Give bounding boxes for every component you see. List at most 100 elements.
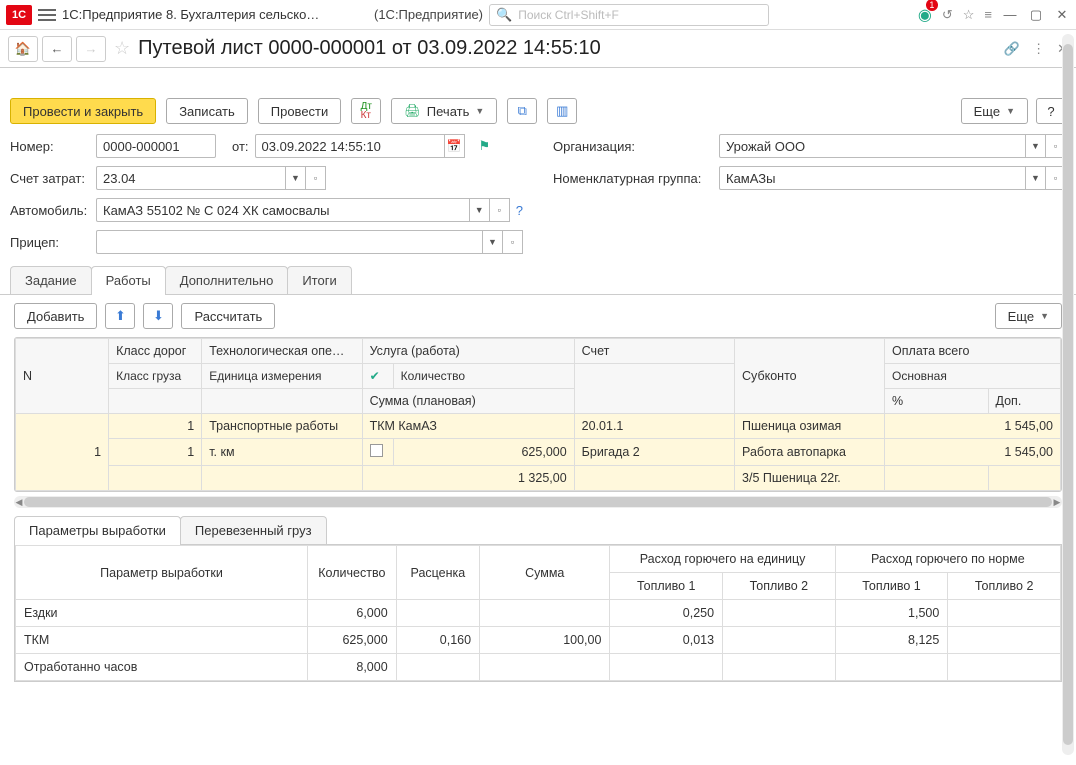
col-tech-op[interactable]: Технологическая опе… xyxy=(202,339,362,364)
col-pay-main[interactable]: Основная xyxy=(885,364,1061,389)
global-search[interactable]: 🔍 xyxy=(489,4,769,26)
tab-extra[interactable]: Дополнительно xyxy=(165,266,289,294)
tab-output-params[interactable]: Параметры выработки xyxy=(14,516,181,544)
nav-forward-button[interactable]: → xyxy=(76,36,106,62)
page-favorite-icon[interactable]: ☆ xyxy=(114,38,130,59)
params-row[interactable]: Отработанно часов8,000 xyxy=(16,654,1061,681)
close-window-icon[interactable]: ✕ xyxy=(1054,7,1070,23)
cell-service[interactable]: ТКМ КамАЗ xyxy=(362,414,574,439)
home-button[interactable]: 🏠 xyxy=(8,36,38,62)
scroll-right-icon[interactable]: ▶ xyxy=(1052,496,1062,508)
params-cell-rate[interactable] xyxy=(396,654,479,681)
open-ref-icon[interactable]: ▫ xyxy=(490,198,510,222)
history-icon[interactable]: ↺ xyxy=(942,7,953,23)
works-horizontal-scrollbar[interactable]: ◀ ▶ xyxy=(14,496,1062,508)
params-row[interactable]: Ездки6,000 0,250 1,500 xyxy=(16,600,1061,627)
works-more-button[interactable]: Еще ▼ xyxy=(995,303,1062,329)
params-cell-fu2[interactable] xyxy=(723,654,836,681)
post-and-close-button[interactable]: Провести и закрыть xyxy=(10,98,156,124)
pcol-fn1[interactable]: Топливо 1 xyxy=(835,573,948,600)
params-cell-qty[interactable]: 6,000 xyxy=(308,600,397,627)
scroll-left-icon[interactable]: ◀ xyxy=(14,496,24,508)
trailer-field[interactable] xyxy=(96,230,483,254)
params-cell-fn1[interactable]: 1,500 xyxy=(835,600,948,627)
add-row-button[interactable]: Добавить xyxy=(14,303,97,329)
col-subconto[interactable]: Субконто xyxy=(735,339,885,414)
dtkt-button[interactable]: ДтКт xyxy=(351,98,381,124)
page-menu-icon[interactable]: ⋮ xyxy=(1032,41,1045,57)
params-cell-fu1[interactable]: 0,013 xyxy=(610,627,723,654)
tab-transported-cargo[interactable]: Перевезенный груз xyxy=(180,516,327,544)
col-n[interactable]: N xyxy=(16,339,109,414)
params-cell-fn1[interactable]: 8,125 xyxy=(835,627,948,654)
structure-button[interactable]: ⧉ xyxy=(507,98,537,124)
params-cell-param[interactable]: Отработанно часов xyxy=(16,654,308,681)
report-button[interactable]: ▥ xyxy=(547,98,577,124)
params-cell-fu1[interactable]: 0,250 xyxy=(610,600,723,627)
col-cargo-class[interactable]: Класс груза xyxy=(109,364,202,389)
main-menu-icon[interactable] xyxy=(38,9,56,21)
open-ref-icon[interactable]: ▫ xyxy=(503,230,523,254)
organization-field[interactable] xyxy=(719,134,1026,158)
page-vertical-scrollbar[interactable] xyxy=(1062,34,1074,755)
col-pay-total[interactable]: Оплата всего xyxy=(885,339,1061,364)
cell-account[interactable]: 20.01.1 xyxy=(574,414,734,439)
params-cell-sum[interactable] xyxy=(480,654,610,681)
params-cell-rate[interactable] xyxy=(396,600,479,627)
nomenclature-group-field[interactable] xyxy=(719,166,1026,190)
params-row[interactable]: ТКМ625,0000,160100,000,0138,125 xyxy=(16,627,1061,654)
cell-subconto2[interactable]: Бригада 2 xyxy=(574,439,734,466)
help-hint-icon[interactable]: ? xyxy=(516,203,523,218)
params-cell-param[interactable]: Ездки xyxy=(16,600,308,627)
move-up-button[interactable]: ⬆ xyxy=(105,303,135,329)
params-cell-fn2[interactable] xyxy=(948,627,1061,654)
dropdown-icon[interactable]: ▼ xyxy=(1026,134,1046,158)
cell-road-class[interactable]: 1 xyxy=(109,414,202,439)
cell-uom[interactable]: т. км xyxy=(202,439,362,466)
dropdown-icon[interactable]: ▼ xyxy=(286,166,306,190)
col-account[interactable]: Счет xyxy=(574,339,734,364)
cost-account-field[interactable] xyxy=(96,166,286,190)
dropdown-icon[interactable]: ▼ xyxy=(483,230,503,254)
cell-pay-total[interactable]: 1 545,00 xyxy=(885,414,1061,439)
params-cell-sum[interactable]: 100,00 xyxy=(480,627,610,654)
params-cell-fu1[interactable] xyxy=(610,654,723,681)
cell-checkbox[interactable] xyxy=(362,439,393,466)
cell-cargo-class[interactable]: 1 xyxy=(109,439,202,466)
settings-icon[interactable]: ≡ xyxy=(984,7,992,22)
link-icon[interactable]: 🔗 xyxy=(1004,41,1020,57)
cell-n[interactable]: 1 xyxy=(16,414,109,491)
col-service[interactable]: Услуга (работа) xyxy=(362,339,574,364)
tab-totals[interactable]: Итоги xyxy=(287,266,351,294)
favorite-icon[interactable]: ☆ xyxy=(963,7,975,23)
maximize-icon[interactable]: ▢ xyxy=(1028,7,1044,23)
pcol-fu1[interactable]: Топливо 1 xyxy=(610,573,723,600)
checkbox-icon[interactable] xyxy=(370,444,383,457)
pcol-fn2[interactable]: Топливо 2 xyxy=(948,573,1061,600)
params-cell-qty[interactable]: 8,000 xyxy=(308,654,397,681)
params-cell-fn1[interactable] xyxy=(835,654,948,681)
cell-tech-op[interactable]: Транспортные работы xyxy=(202,414,362,439)
scroll-thumb[interactable] xyxy=(24,497,1052,507)
calculate-button[interactable]: Рассчитать xyxy=(181,303,275,329)
pcol-qty[interactable]: Количество xyxy=(308,546,397,600)
cell-qty[interactable]: 625,000 xyxy=(393,439,574,466)
params-cell-qty[interactable]: 625,000 xyxy=(308,627,397,654)
params-cell-fn2[interactable] xyxy=(948,654,1061,681)
cell-subconto1[interactable]: Пшеница озимая xyxy=(735,414,885,439)
params-cell-fu2[interactable] xyxy=(723,600,836,627)
col-qty[interactable]: Количество xyxy=(393,364,574,389)
table-row[interactable]: 1 325,00 3/5 Пшеница 22г. xyxy=(16,466,1061,491)
dropdown-icon[interactable]: ▼ xyxy=(470,198,490,222)
params-cell-fn2[interactable] xyxy=(948,600,1061,627)
global-search-input[interactable] xyxy=(516,7,762,23)
col-road-class[interactable]: Класс дорог xyxy=(109,339,202,364)
minimize-icon[interactable]: — xyxy=(1002,7,1018,23)
scroll-thumb[interactable] xyxy=(1063,44,1073,745)
pcol-fu2[interactable]: Топливо 2 xyxy=(723,573,836,600)
nav-back-button[interactable]: ← xyxy=(42,36,72,62)
open-ref-icon[interactable]: ▫ xyxy=(306,166,326,190)
post-button[interactable]: Провести xyxy=(258,98,342,124)
more-button[interactable]: Еще ▼ xyxy=(961,98,1028,124)
save-button[interactable]: Записать xyxy=(166,98,248,124)
